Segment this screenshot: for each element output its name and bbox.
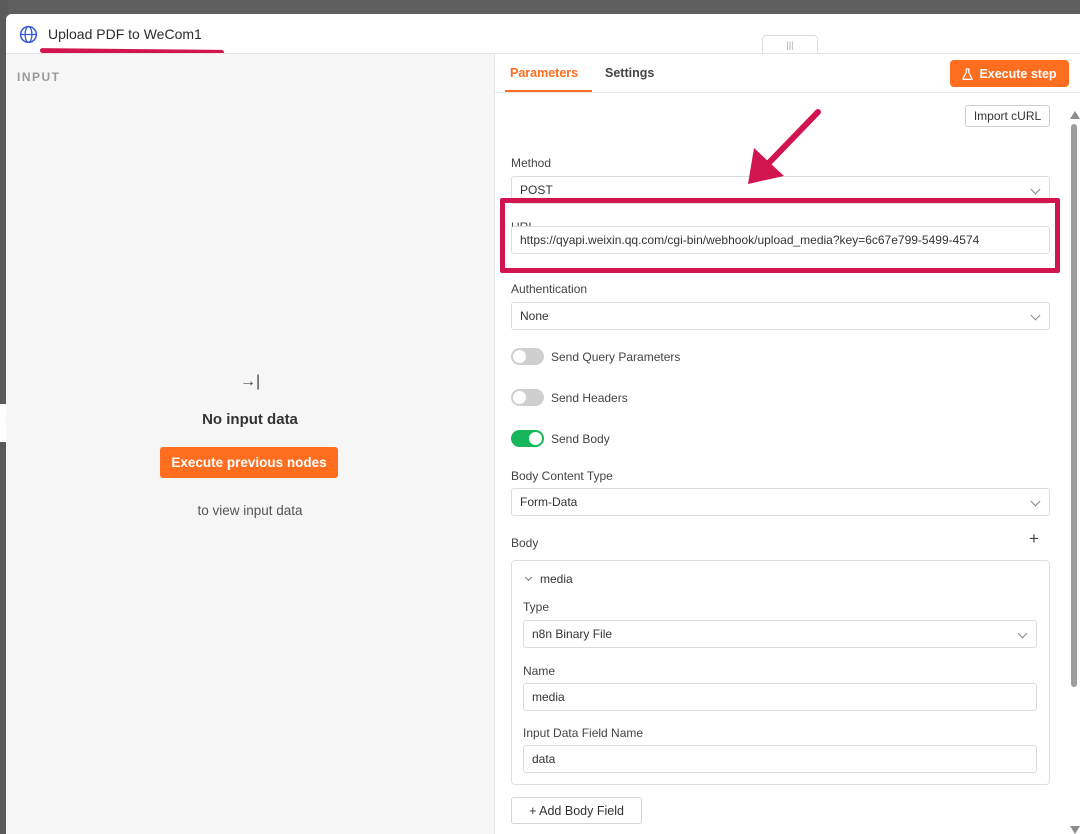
send-body-label: Send Body (551, 432, 610, 446)
method-label: Method (511, 156, 552, 170)
body-label: Body (511, 536, 539, 550)
scrollbar[interactable] (1069, 111, 1080, 834)
input-data-field-name-label: Input Data Field Name (523, 726, 644, 740)
add-body-icon[interactable]: + (1029, 529, 1039, 549)
authentication-select[interactable]: None (511, 302, 1050, 330)
send-headers-toggle[interactable] (511, 389, 544, 406)
chevron-down-icon (1030, 184, 1041, 195)
send-body-toggle[interactable] (511, 430, 544, 447)
type-select[interactable]: n8n Binary File (523, 620, 1037, 648)
scroll-thumb[interactable] (1071, 124, 1077, 687)
body-item-name: media (540, 572, 573, 586)
chevron-down-icon (1030, 496, 1041, 507)
tab-bar: Parameters Settings Execute step (495, 54, 1080, 93)
url-annotation-box (500, 198, 1060, 273)
add-body-field-button[interactable]: + Add Body Field (511, 797, 642, 824)
send-query-parameters-toggle[interactable] (511, 348, 544, 365)
type-label: Type (523, 600, 550, 614)
scroll-up-icon[interactable] (1070, 111, 1080, 119)
panel-resize-handle[interactable]: ||| (762, 35, 818, 53)
arrow-into-icon: →| (240, 373, 261, 390)
send-query-parameters-label: Send Query Parameters (551, 350, 681, 364)
import-curl-button[interactable]: Import cURL (965, 105, 1050, 127)
chevron-down-icon (524, 573, 533, 582)
chevron-down-icon (1017, 628, 1028, 639)
node-title[interactable]: Upload PDF to WeCom1 (48, 26, 202, 42)
no-input-title: No input data (202, 411, 298, 428)
authentication-label: Authentication (511, 282, 588, 296)
active-tab-indicator (505, 90, 592, 92)
execute-step-button[interactable]: Execute step (950, 60, 1069, 87)
name-label: Name (523, 664, 556, 678)
node-modal: Upload PDF to WeCom1 ||| INPUT →| No inp… (6, 14, 1080, 834)
flask-icon (962, 67, 974, 80)
no-input-hint: to view input data (197, 503, 303, 518)
type-value: n8n Binary File (532, 627, 613, 641)
chevron-down-icon (1030, 310, 1041, 321)
body-parameter-card: media Type n8n Binary File Name media In… (511, 560, 1050, 785)
input-panel: INPUT →| No input data Execute previous … (6, 53, 494, 834)
body-content-type-select[interactable]: Form-Data (511, 488, 1050, 516)
method-value: POST (520, 183, 553, 197)
body-item-header[interactable]: media (524, 572, 573, 586)
globe-icon (19, 25, 38, 44)
modal-header: Upload PDF to WeCom1 ||| (6, 14, 1080, 55)
input-panel-label: INPUT (17, 70, 61, 84)
send-headers-label: Send Headers (551, 391, 628, 405)
name-input[interactable]: media (523, 683, 1037, 711)
execute-step-label: Execute step (979, 66, 1057, 81)
body-content-type-value: Form-Data (520, 495, 578, 509)
execute-previous-nodes-button[interactable]: Execute previous nodes (160, 447, 338, 478)
input-data-field-name-input[interactable]: data (523, 745, 1037, 773)
annotation-arrow-icon (748, 109, 821, 184)
scroll-down-icon[interactable] (1070, 826, 1080, 834)
tab-settings[interactable]: Settings (605, 66, 654, 80)
tab-parameters[interactable]: Parameters (510, 66, 578, 80)
authentication-value: None (520, 309, 549, 323)
body-content-type-label: Body Content Type (511, 469, 613, 483)
